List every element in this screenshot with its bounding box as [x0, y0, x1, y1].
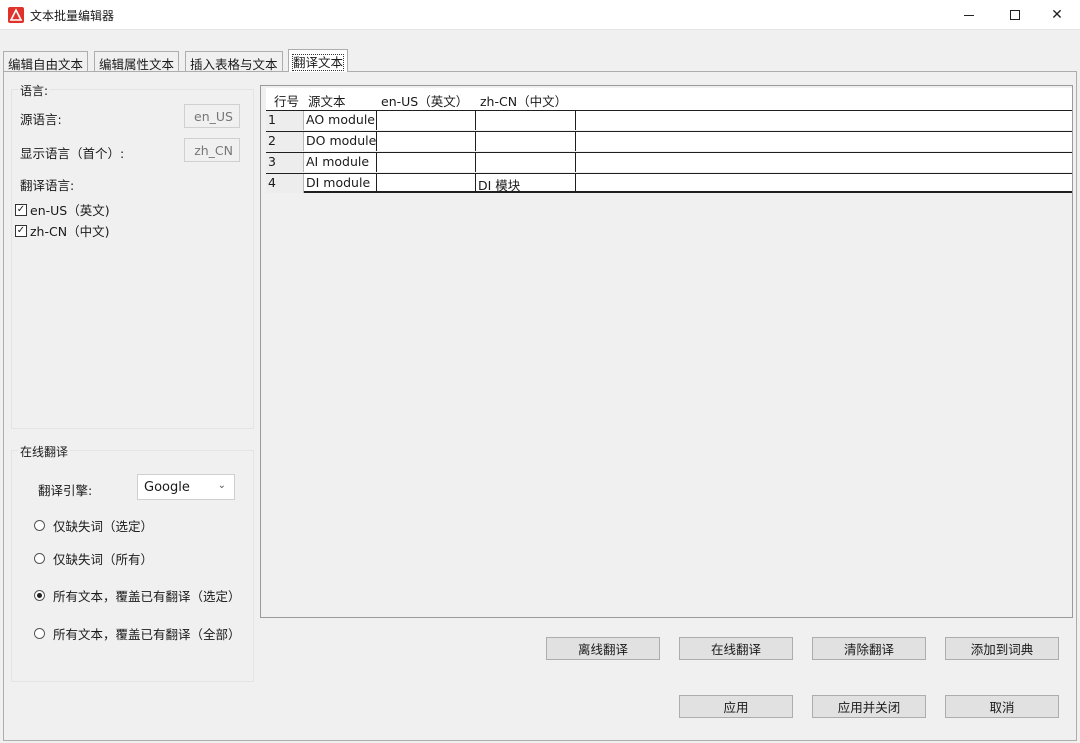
close-icon: ✕ — [1051, 7, 1063, 23]
checkbox-zh-cn[interactable]: ✓ zh-CN（中文) — [15, 221, 109, 240]
display-language-label: 显示语言（首个）: — [20, 146, 125, 161]
tab-edit-attribute-text[interactable]: 编辑属性文本 — [94, 51, 180, 72]
online-translate-button[interactable]: 在线翻译 — [679, 637, 793, 660]
radio-circle — [34, 520, 45, 531]
apply-close-button[interactable]: 应用并关闭 — [812, 695, 926, 718]
cell-en-us[interactable] — [377, 111, 476, 130]
translate-language-label: 翻译语言: — [20, 178, 75, 193]
app-logo-icon — [8, 7, 24, 23]
clear-translation-button[interactable]: 清除翻译 — [812, 637, 926, 660]
table-row[interactable]: 2 DO module — [266, 131, 1072, 151]
chevron-down-icon: ⌄ — [217, 480, 226, 491]
online-translate-legend: 在线翻译 — [18, 443, 71, 460]
header-en-us: en-US（英文） — [381, 94, 469, 109]
radio-circle — [34, 628, 45, 639]
cancel-button[interactable]: 取消 — [945, 695, 1059, 718]
cell-en-us[interactable] — [377, 153, 476, 172]
cell-zh-cn[interactable] — [476, 153, 576, 172]
engine-label: 翻译引擎: — [38, 483, 93, 498]
checkmark-icon: ✓ — [16, 203, 26, 215]
add-to-dictionary-button[interactable]: 添加到词典 — [945, 637, 1059, 660]
title-bar: 文本批量编辑器 ✕ — [0, 0, 1080, 30]
cell-row-number: 4 — [266, 174, 304, 193]
cell-zh-cn[interactable]: DI 模块 — [476, 174, 576, 193]
header-source-text: 源文本 — [308, 94, 346, 109]
radio-overwrite-all[interactable]: 所有文本，覆盖已有翻译（全部） — [34, 624, 241, 643]
checkbox-en-us[interactable]: ✓ en-US（英文) — [15, 200, 110, 219]
table-row[interactable]: 1 AO module — [266, 110, 1072, 130]
source-language-label: 源语言: — [20, 112, 62, 127]
window-title: 文本批量编辑器 — [30, 9, 115, 23]
checkmark-icon: ✓ — [16, 224, 26, 236]
tab-edit-free-text[interactable]: 编辑自由文本 — [3, 51, 89, 72]
language-legend: 语言: — [18, 82, 51, 99]
maximize-button[interactable] — [992, 0, 1038, 30]
apply-button[interactable]: 应用 — [679, 695, 793, 718]
display-language-field: zh_CN — [184, 138, 240, 162]
minimize-button[interactable] — [946, 0, 992, 30]
cell-source-text[interactable]: AO module — [304, 111, 377, 130]
close-button[interactable]: ✕ — [1034, 0, 1080, 30]
translation-grid: 行号 源文本 en-US（英文） zh-CN（中文） 1 AO module 2… — [260, 85, 1073, 618]
checkbox-box: ✓ — [15, 224, 27, 237]
table-row[interactable]: 3 AI module — [266, 152, 1072, 172]
checkbox-box: ✓ — [15, 203, 27, 216]
cell-en-us[interactable] — [377, 174, 476, 193]
cell-source-text[interactable]: AI module — [304, 153, 377, 172]
offline-translate-button[interactable]: 离线翻译 — [546, 637, 660, 660]
cell-source-text[interactable]: DI module — [304, 174, 377, 193]
cell-zh-cn[interactable] — [476, 132, 576, 151]
cell-en-us[interactable] — [377, 132, 476, 151]
radio-missing-selected[interactable]: 仅缺失词（选定） — [34, 516, 153, 535]
cell-row-number: 1 — [266, 111, 304, 130]
minimize-icon — [964, 14, 974, 16]
header-row-number: 行号 — [274, 94, 300, 109]
cell-row-number: 3 — [266, 153, 304, 172]
cell-row-number: 2 — [266, 132, 304, 151]
tab-insert-table-text[interactable]: 插入表格与文本 — [185, 51, 283, 72]
table-row[interactable]: 4 DI module DI 模块 — [266, 173, 1072, 193]
maximize-icon — [1010, 10, 1020, 20]
radio-selected-dot — [37, 593, 42, 598]
source-language-field: en_US — [184, 104, 240, 128]
header-zh-cn: zh-CN（中文） — [480, 94, 568, 109]
grid-header-row: 行号 源文本 en-US（英文） zh-CN（中文） — [266, 88, 1072, 110]
radio-circle — [34, 590, 45, 601]
radio-circle — [34, 553, 45, 564]
cell-source-text[interactable]: DO module — [304, 132, 377, 151]
engine-select[interactable]: Google ⌄ — [137, 474, 235, 500]
radio-overwrite-selected[interactable]: 所有文本，覆盖已有翻译（选定） — [34, 586, 241, 605]
tab-translate-text[interactable]: 翻译文本 — [288, 49, 349, 72]
cell-zh-cn[interactable] — [476, 111, 576, 130]
radio-missing-all[interactable]: 仅缺失词（所有） — [34, 549, 153, 568]
